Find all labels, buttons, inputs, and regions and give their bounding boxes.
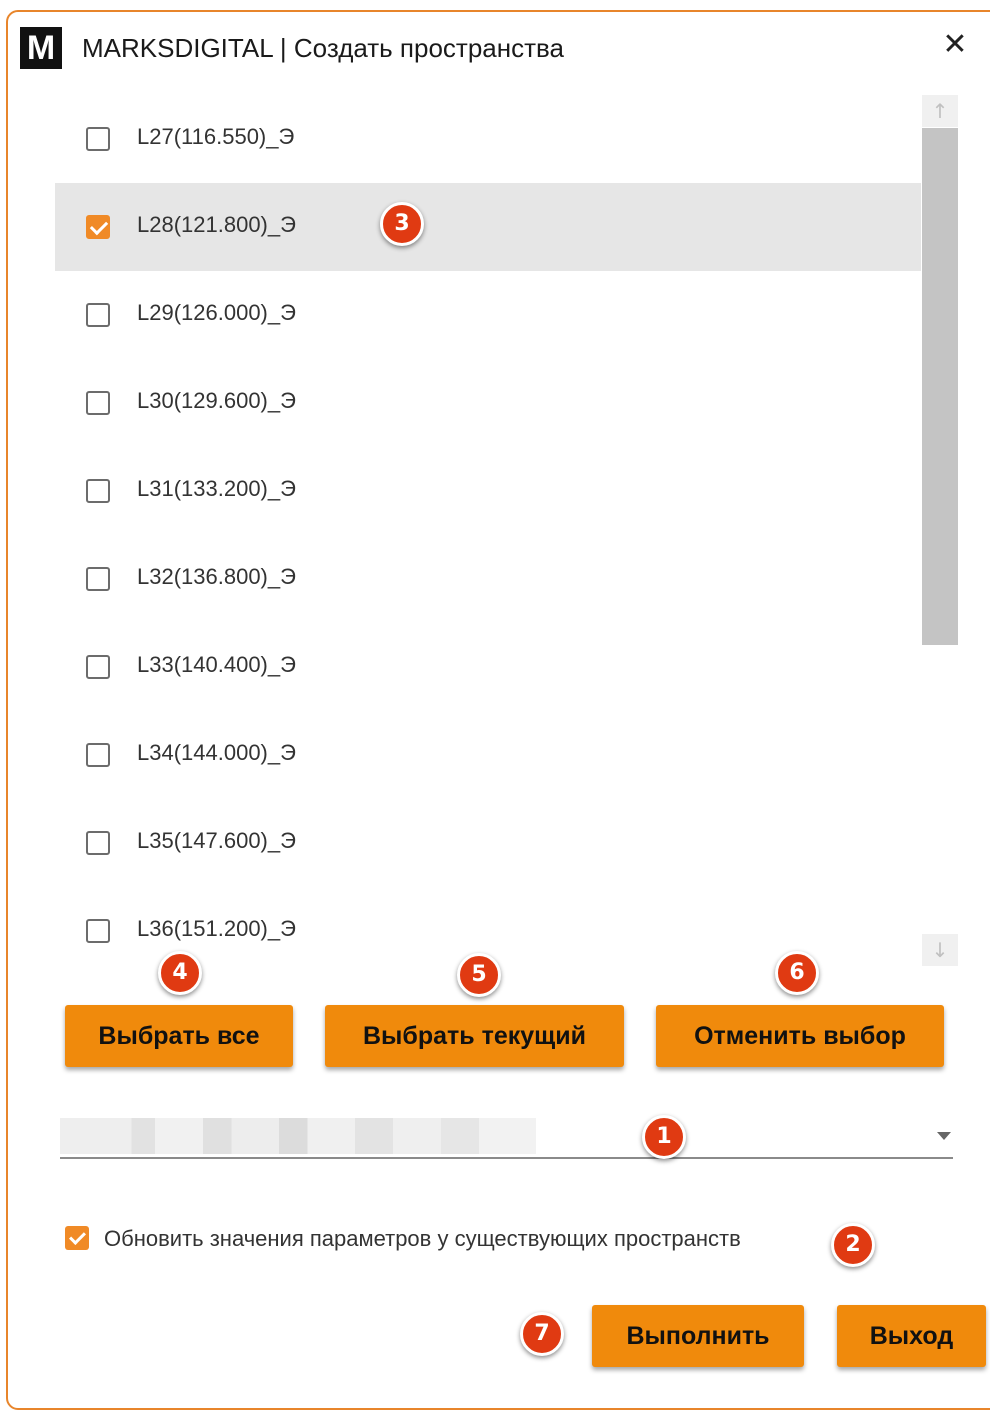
exit-button[interactable]: Выход — [837, 1305, 986, 1367]
level-label: L29(126.000)_Э — [137, 300, 296, 325]
level-label: L35(147.600)_Э — [137, 828, 296, 853]
scroll-up-icon[interactable]: ↑ — [922, 95, 958, 127]
chevron-down-icon[interactable] — [937, 1132, 951, 1140]
level-label: L30(129.600)_Э — [137, 388, 296, 413]
level-checkbox[interactable] — [86, 127, 110, 151]
list-item[interactable]: L33(140.400)_Э — [55, 623, 921, 711]
level-label: L28(121.800)_Э — [137, 212, 296, 237]
list-item[interactable]: L32(136.800)_Э — [55, 535, 921, 623]
close-icon[interactable]: ✕ — [938, 28, 972, 62]
dropdown-underline — [60, 1157, 953, 1159]
list-item[interactable]: L29(126.000)_Э — [55, 271, 921, 359]
level-label: L36(151.200)_Э — [137, 916, 296, 941]
level-label: L32(136.800)_Э — [137, 564, 296, 589]
select-current-button[interactable]: Выбрать текущий — [325, 1005, 624, 1067]
level-checkbox[interactable] — [86, 743, 110, 767]
level-checkbox[interactable] — [86, 215, 110, 239]
annotation-badge-4: 4 — [158, 951, 202, 995]
level-checkbox[interactable] — [86, 303, 110, 327]
dropdown-value[interactable] — [60, 1118, 536, 1154]
select-all-button[interactable]: Выбрать все — [65, 1005, 293, 1067]
annotation-badge-5: 5 — [457, 953, 501, 997]
list-item[interactable]: L28(121.800)_Э — [55, 183, 921, 271]
level-checkbox[interactable] — [86, 655, 110, 679]
level-label: L31(133.200)_Э — [137, 476, 296, 501]
window-title: MARKSDIGITAL | Создать пространства — [82, 33, 565, 63]
level-checkbox[interactable] — [86, 919, 110, 943]
execute-button[interactable]: Выполнить — [592, 1305, 804, 1367]
level-checkbox[interactable] — [86, 391, 110, 415]
level-list: L27(116.550)_Э L28(121.800)_Э L29(126.00… — [55, 95, 921, 975]
level-checkbox[interactable] — [86, 831, 110, 855]
list-item[interactable]: L30(129.600)_Э — [55, 359, 921, 447]
scroll-down-icon[interactable]: ↓ — [922, 934, 958, 966]
annotation-badge-1: 1 — [642, 1115, 686, 1159]
list-item[interactable]: L34(144.000)_Э — [55, 711, 921, 799]
deselect-button[interactable]: Отменить выбор — [656, 1005, 944, 1067]
level-label: L33(140.400)_Э — [137, 652, 296, 677]
level-checkbox[interactable] — [86, 479, 110, 503]
update-params-label: Обновить значения параметров у существую… — [104, 1226, 741, 1251]
list-item[interactable]: L27(116.550)_Э — [55, 95, 921, 183]
level-label: L27(116.550)_Э — [137, 124, 295, 149]
annotation-badge-6: 6 — [775, 951, 819, 995]
level-checkbox[interactable] — [86, 567, 110, 591]
list-item[interactable]: L31(133.200)_Э — [55, 447, 921, 535]
annotation-badge-2: 2 — [831, 1223, 875, 1267]
annotation-badge-3: 3 — [380, 202, 424, 246]
list-item[interactable]: L35(147.600)_Э — [55, 799, 921, 887]
app-logo: M — [20, 27, 62, 69]
level-label: L34(144.000)_Э — [137, 740, 296, 765]
update-params-checkbox[interactable] — [65, 1226, 89, 1250]
annotation-badge-7: 7 — [520, 1312, 564, 1356]
scrollbar-thumb[interactable] — [922, 128, 958, 645]
